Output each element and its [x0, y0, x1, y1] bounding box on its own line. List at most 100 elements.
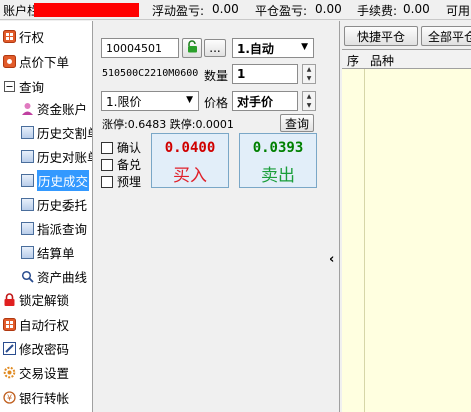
nav-label: 查询: [19, 80, 45, 95]
grid-header: 序 品种: [342, 50, 471, 69]
query-button[interactable]: 查询: [280, 114, 314, 132]
price-label: 价格: [204, 96, 229, 110]
nav-item-history-orders[interactable]: 历史委托: [21, 194, 87, 215]
sell-price: 0.0393: [252, 140, 304, 156]
nav-item-query[interactable]: 查询: [3, 76, 44, 97]
nav-label: 历史交割单: [37, 126, 92, 141]
order-entry-panel: 10004501 ... 1.自动 ▼ 510500C2210M0600 数量 …: [94, 21, 328, 412]
collapse-minus-icon[interactable]: [3, 80, 16, 93]
checkbox-box[interactable]: [101, 158, 113, 171]
floating-pnl-label: 浮动盈亏:: [152, 4, 205, 18]
limit-down-label: 跌停:: [169, 118, 196, 131]
close-pnl-value: 0.00: [315, 2, 342, 16]
quick-close-button[interactable]: 快捷平仓: [344, 26, 418, 46]
price-type-value: 1.限价: [106, 94, 142, 109]
nav-label: 指派查询: [37, 222, 88, 237]
nav-item-history-delivery[interactable]: 历史交割单: [21, 122, 92, 143]
collapse-panel-icon[interactable]: ‹: [329, 252, 334, 267]
function-tree: 行权 点价下单 查询 资金账户 历史交割单 历史对账单 历史成交 历史委托 指派…: [0, 21, 93, 412]
stepper-down-icon[interactable]: ▼: [303, 74, 315, 83]
limit-up-label: 涨停:: [102, 118, 128, 131]
fee-label: 手续费:: [357, 4, 398, 18]
doc-icon: [21, 246, 34, 259]
preorder-checkbox[interactable]: 预埋: [101, 174, 141, 189]
nav-label: 修改密码: [19, 342, 70, 357]
close-all-button[interactable]: 全部平仓: [421, 26, 471, 46]
price-input[interactable]: 对手价: [232, 91, 298, 111]
account-select[interactable]: 10004501: [101, 38, 179, 58]
doc-icon: [21, 150, 34, 163]
doc-icon: [21, 174, 34, 187]
sell-label: 卖出: [261, 166, 295, 186]
confirm-label: 确认: [117, 141, 142, 155]
buy-button[interactable]: 0.0400 买入: [151, 133, 229, 188]
fee-value: 0.00: [403, 2, 430, 16]
nav-label: 自动行权: [19, 318, 70, 333]
doc-icon: [21, 222, 34, 235]
contract-code: 510500C2210M0600: [102, 68, 199, 79]
doc-icon: [21, 198, 34, 211]
nav-label: 银行转帐: [19, 391, 70, 406]
pencil-icon: [3, 342, 16, 355]
mode-value: 1.自动: [237, 41, 274, 56]
nav-label: 交易设置: [19, 366, 70, 381]
nav-label: 锁定解锁: [19, 293, 70, 308]
redacted-account-name: [34, 3, 139, 17]
stepper-up-icon[interactable]: ▲: [303, 92, 315, 101]
column-divider: [364, 69, 365, 412]
close-pnl-label: 平仓盈亏:: [255, 4, 308, 18]
positions-grid: 序 品种: [342, 49, 471, 412]
buy-label: 买入: [173, 166, 207, 186]
stepper-down-icon[interactable]: ▼: [303, 101, 315, 110]
buy-price: 0.0400: [164, 140, 216, 156]
nav-item-history-trades[interactable]: 历史成交: [21, 170, 90, 191]
exercise-icon: [3, 30, 16, 43]
nav-item-exercise[interactable]: 行权: [3, 26, 44, 47]
nav-item-fund-account[interactable]: 资金账户: [21, 98, 87, 119]
sell-button[interactable]: 0.0393 卖出: [239, 133, 317, 188]
nav-label: 资金账户: [37, 102, 88, 117]
floating-pnl-value: 0.00: [212, 2, 239, 16]
gear-icon: [3, 366, 16, 379]
confirm-checkbox[interactable]: 确认: [101, 140, 141, 155]
nav-item-change-password[interactable]: 修改密码: [3, 338, 69, 359]
title-bar: 账户栏 浮动盈亏: 0.00 平仓盈亏: 0.00 手续费: 0.00 可用: [0, 0, 471, 20]
magnifier-icon: [21, 270, 34, 283]
nav-item-auto-exercise[interactable]: 自动行权: [3, 314, 69, 335]
price-type-select[interactable]: 1.限价 ▼: [101, 91, 199, 111]
price-stepper[interactable]: ▲ ▼: [302, 91, 316, 111]
nav-item-trade-settings[interactable]: 交易设置: [3, 362, 69, 383]
lock-icon: [3, 293, 16, 306]
nav-label: 结算单: [37, 246, 75, 261]
nav-item-point-order[interactable]: 点价下单: [3, 51, 69, 72]
col-header-seq[interactable]: 序: [347, 52, 359, 69]
qty-stepper[interactable]: ▲ ▼: [302, 64, 316, 84]
nav-label: 行权: [19, 30, 45, 45]
nav-label: 资产曲线: [37, 270, 88, 285]
qty-input[interactable]: 1: [232, 64, 298, 84]
chevron-down-icon: ▼: [301, 42, 308, 52]
user-icon: [21, 102, 34, 115]
nav-item-bank-transfer[interactable]: ¥ 银行转帐: [3, 387, 69, 408]
unlock-button[interactable]: [182, 38, 202, 58]
svg-text:¥: ¥: [7, 394, 12, 403]
execution-mode-select[interactable]: 1.自动 ▼: [232, 38, 314, 58]
nav-item-lock-unlock[interactable]: 锁定解锁: [3, 289, 69, 310]
col-header-variety[interactable]: 品种: [370, 52, 394, 69]
nav-item-settlement[interactable]: 结算单: [21, 242, 75, 263]
stepper-up-icon[interactable]: ▲: [303, 65, 315, 74]
covered-checkbox[interactable]: 备兑: [101, 157, 141, 172]
checkbox-box[interactable]: [101, 175, 113, 188]
preorder-label: 预埋: [117, 175, 142, 189]
chevron-down-icon: ▼: [186, 95, 193, 105]
covered-label: 备兑: [117, 158, 142, 172]
limit-prices: 涨停:0.6483 跌停:0.0001: [102, 116, 234, 132]
nav-item-assignment-query[interactable]: 指派查询: [21, 218, 87, 239]
limit-up-value: 0.6483: [127, 118, 167, 131]
nav-item-history-statement[interactable]: 历史对账单: [21, 146, 92, 167]
checkbox-box[interactable]: [101, 141, 113, 154]
nav-item-asset-curve[interactable]: 资产曲线: [21, 266, 87, 287]
browse-button[interactable]: ...: [204, 39, 226, 57]
nav-label: 历史委托: [37, 198, 88, 213]
exercise-icon: [3, 318, 16, 331]
